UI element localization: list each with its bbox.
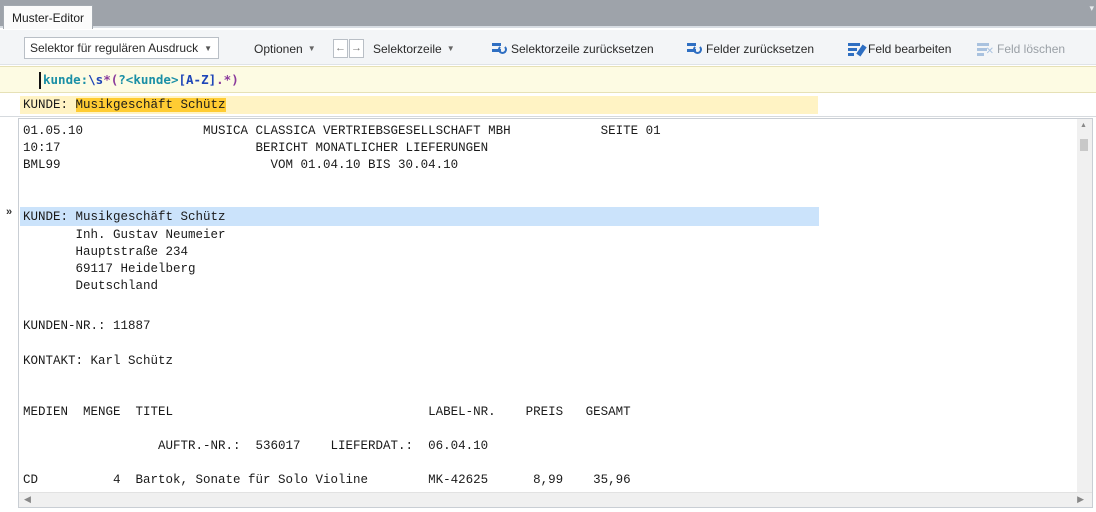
scroll-left-icon[interactable]: ◀ <box>24 494 31 505</box>
reset-icon <box>491 41 507 56</box>
delete-field-label: Feld löschen <box>997 41 1066 56</box>
options-menu[interactable]: Optionen ▼ <box>254 38 316 59</box>
selector-type-dropdown[interactable]: Selektor für regulären Ausdruck ▼ <box>24 37 220 59</box>
scroll-right-icon[interactable]: ▶ <box>1077 494 1084 505</box>
document-line: BML99 VOM 01.04.10 BIS 30.04.10 <box>23 158 459 172</box>
chevron-down-icon: ▼ <box>204 43 213 53</box>
tab-strip: Muster-Editor ▾ <box>0 0 1096 29</box>
document-line: AUFTR.-NR.: 536017 LIEFERDAT.: 06.04.10 <box>23 439 489 453</box>
tab-dropdown-icon[interactable]: ▾ <box>1089 3 1094 14</box>
scrollbar-thumb[interactable] <box>1080 139 1088 151</box>
document-line: 01.05.10 MUSICA CLASSICA VERTRIEBSGESELL… <box>23 124 661 138</box>
regex-expression: kunde:\s*(?<kunde>[A-Z].*) <box>43 72 239 87</box>
selector-line-menu[interactable]: Selektorzeile ▼ <box>373 38 455 59</box>
chevron-down-icon: ▼ <box>307 44 316 53</box>
chevron-down-icon: ▼ <box>446 44 455 53</box>
text-cursor <box>39 72 41 89</box>
edit-field-label: Feld bearbeiten <box>868 41 952 56</box>
vertical-scrollbar[interactable]: ▲ <box>1077 119 1092 492</box>
reset-fields-label: Felder zurücksetzen <box>706 41 815 56</box>
row-marker-icon: » <box>6 206 13 218</box>
toolbar: Selektor für regulären Ausdruck ▼ Option… <box>0 30 1096 65</box>
document-line: 69117 Heidelberg <box>23 262 196 276</box>
delete-field-button[interactable]: ✕ Feld löschen <box>977 38 1065 59</box>
document-line: KUNDE: Musikgeschäft Schütz <box>23 210 226 224</box>
reset-selector-line-label: Selektorzeile zurücksetzen <box>511 41 654 56</box>
document-line: CD 4 Bartok, Sonate für Solo Violine MK-… <box>23 473 631 487</box>
selector-line-label: Selektorzeile <box>373 41 442 56</box>
reset-selector-line-button[interactable]: Selektorzeile zurücksetzen <box>491 38 654 59</box>
regex-input[interactable]: kunde:\s*(?<kunde>[A-Z].*) <box>0 66 1096 93</box>
document-view[interactable]: 01.05.10 MUSICA CLASSICA VERTRIEBSGESELL… <box>18 118 1093 508</box>
scroll-up-icon[interactable]: ▲ <box>1080 122 1087 129</box>
tab-muster-editor[interactable]: Muster-Editor <box>3 5 94 29</box>
selector-result-bar: KUNDE: Musikgeschäft Schütz <box>0 94 1096 117</box>
document-line: Deutschland <box>23 279 159 293</box>
document-line: Hauptstraße 234 <box>23 245 189 259</box>
selector-type-label: Selektor für regulären Ausdruck <box>30 41 199 55</box>
document-line: Inh. Gustav Neumeier <box>23 228 226 242</box>
reset-fields-button[interactable]: Felder zurücksetzen <box>686 38 814 59</box>
delete-field-icon: ✕ <box>977 41 994 57</box>
options-label: Optionen <box>254 41 303 56</box>
edit-field-button[interactable]: Feld bearbeiten <box>848 38 951 59</box>
edit-field-icon <box>848 41 867 57</box>
next-button[interactable]: → <box>349 39 364 58</box>
reset-icon <box>686 41 702 56</box>
document-line: MEDIEN MENGE TITEL LABEL-NR. PREIS GESAM… <box>23 405 631 419</box>
document-line: KONTAKT: Karl Schütz <box>23 354 174 368</box>
previous-button[interactable]: ← <box>333 39 348 58</box>
document-line: KUNDEN-NR.: 11887 <box>23 319 151 333</box>
horizontal-scrollbar[interactable]: ◀ ▶ <box>19 492 1092 507</box>
selector-result-line[interactable]: KUNDE: Musikgeschäft Schütz <box>20 96 818 114</box>
result-prefix: KUNDE: <box>23 98 76 112</box>
document-line: 10:17 BERICHT MONATLICHER LIEFERUNGEN <box>23 141 489 155</box>
result-match-highlight: Musikgeschäft Schütz <box>75 98 226 112</box>
